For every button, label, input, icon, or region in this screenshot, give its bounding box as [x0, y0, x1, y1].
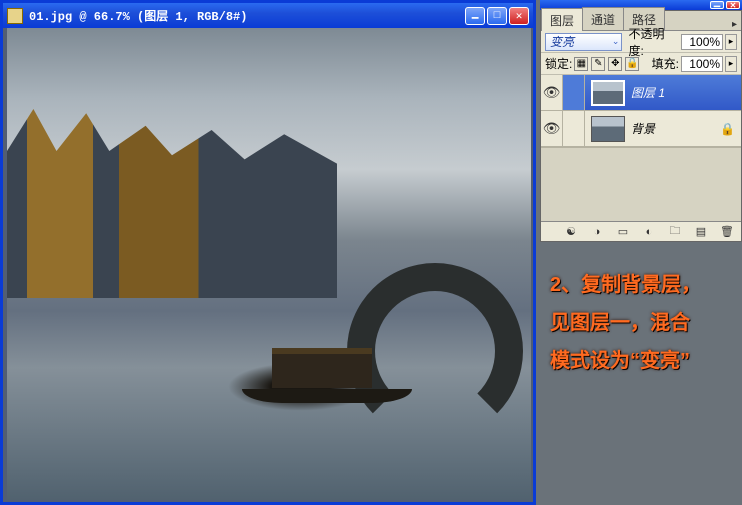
fill-input[interactable]: 100%	[681, 56, 723, 72]
lock-label: 锁定:	[545, 55, 572, 72]
fill-value: 100%	[689, 57, 720, 71]
opacity-input[interactable]: 100%	[681, 34, 723, 50]
layer-row[interactable]: 👁 图层 1	[541, 75, 741, 111]
layers-list: 👁 图层 1 👁 背景 🔒	[541, 75, 741, 221]
layer-thumbnail[interactable]	[591, 80, 625, 106]
lock-position-icon[interactable]: ✥	[608, 57, 622, 71]
lock-fill-row: 锁定: ▦ ✎ ✥ 🔒 填充: 100% ▸	[541, 53, 741, 75]
layers-empty-area	[541, 147, 741, 217]
eye-icon: 👁	[543, 84, 561, 101]
fill-label: 填充:	[652, 55, 679, 72]
layer-name[interactable]: 图层 1	[631, 84, 665, 101]
instruction-text: 2、复制背景层， 见图层一，混合 模式设为“变亮”	[550, 266, 738, 380]
instruction-line: 模式设为“变亮”	[550, 342, 738, 380]
tab-layers[interactable]: 图层	[541, 8, 583, 31]
opacity-arrow-button[interactable]: ▸	[725, 34, 737, 50]
opacity-value: 100%	[689, 35, 720, 49]
canvas-area[interactable]	[3, 28, 533, 502]
visibility-toggle[interactable]: 👁	[541, 111, 563, 146]
layer-thumbnail[interactable]	[591, 116, 625, 142]
delete-layer-icon[interactable]: 🗑	[719, 225, 735, 239]
panel-menu-icon[interactable]: ▸	[732, 19, 737, 30]
layer-style-icon[interactable]: ◑	[589, 225, 605, 239]
adjustment-layer-icon[interactable]: ◐	[641, 225, 657, 239]
chevron-down-icon: ⌄	[612, 36, 620, 47]
new-group-icon[interactable]: 🗀	[667, 225, 683, 239]
panel-close-button[interactable]	[726, 1, 740, 9]
link-column[interactable]	[563, 111, 585, 146]
tab-channels[interactable]: 通道	[582, 7, 624, 30]
lock-pixels-icon[interactable]: ✎	[591, 57, 605, 71]
layer-mask-icon[interactable]: ▭	[615, 225, 631, 239]
layers-panel-footer: ☯ ◑ ▭ ◐ 🗀 ▤ 🗑	[541, 221, 741, 241]
panel-minimize-button[interactable]	[710, 1, 724, 9]
layer-row[interactable]: 👁 背景 🔒	[541, 111, 741, 147]
link-column[interactable]	[563, 75, 585, 110]
document-icon	[7, 8, 23, 24]
link-layers-icon[interactable]: ☯	[563, 225, 579, 239]
image-preview	[7, 28, 531, 500]
blend-mode-value: 变亮	[550, 33, 574, 50]
eye-icon: 👁	[543, 120, 561, 137]
new-layer-icon[interactable]: ▤	[693, 225, 709, 239]
fill-arrow-button[interactable]: ▸	[725, 56, 737, 72]
blend-opacity-row: 变亮 ⌄ 不透明度: 100% ▸	[541, 31, 741, 53]
visibility-toggle[interactable]: 👁	[541, 75, 563, 110]
document-window: 01.jpg @ 66.7% (图层 1, RGB/8#)	[0, 0, 536, 505]
close-button[interactable]	[509, 7, 529, 25]
minimize-button[interactable]	[465, 7, 485, 25]
layers-panel-group: 图层 通道 路径 ▸ 变亮 ⌄ 不透明度: 100% ▸ 锁定: ▦ ✎ ✥ 🔒	[540, 0, 742, 242]
document-title: 01.jpg @ 66.7% (图层 1, RGB/8#)	[29, 7, 465, 24]
maximize-button[interactable]	[487, 7, 507, 25]
lock-all-icon[interactable]: 🔒	[625, 57, 639, 71]
blend-mode-select[interactable]: 变亮 ⌄	[545, 33, 622, 51]
lock-icon: 🔒	[720, 122, 735, 136]
document-titlebar[interactable]: 01.jpg @ 66.7% (图层 1, RGB/8#)	[3, 3, 533, 28]
instruction-line: 2、复制背景层，	[550, 266, 738, 304]
instruction-line: 见图层一，混合	[550, 304, 738, 342]
lock-transparency-icon[interactable]: ▦	[574, 57, 588, 71]
layer-name[interactable]: 背景	[631, 120, 655, 137]
